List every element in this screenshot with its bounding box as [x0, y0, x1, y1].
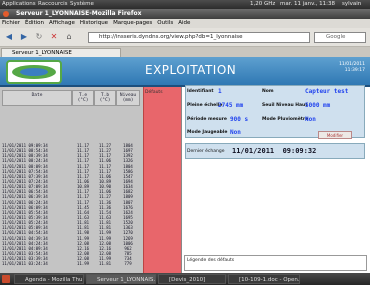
- menu-edition[interactable]: Édition: [25, 20, 44, 26]
- systeme-menu[interactable]: Système: [70, 0, 94, 9]
- header-datetime: 11/01/2011 11:39:17: [339, 62, 365, 73]
- taskbar: Agenda - Mozilla Thu... Serveur 1_LYONNA…: [0, 273, 370, 285]
- legend-box: Légende des défauts: [184, 255, 367, 271]
- url-input[interactable]: http://insseris.dyndns.org/view.php?db=1…: [88, 32, 310, 43]
- task-devis[interactable]: [Devis_2010]: [158, 274, 226, 284]
- menu-aide[interactable]: Aide: [178, 20, 190, 26]
- menubar: Fichier Édition Affichage Historique Marque-…: [0, 19, 370, 28]
- modifier-button[interactable]: Modifier: [318, 131, 352, 139]
- page-title: EXPLOITATION: [145, 63, 237, 77]
- navigation-toolbar: ◀ ▶ ↻ ✕ ⌂ http://insseris.dyndns.org/vie…: [0, 28, 370, 47]
- table-cell: 779: [124, 261, 132, 267]
- stop-icon[interactable]: ✕: [48, 31, 60, 43]
- applications-menu[interactable]: Applications: [2, 0, 36, 9]
- menu-outils[interactable]: Outils: [157, 20, 173, 26]
- task-serveur[interactable]: Serveur 1_LYONNAIS...: [86, 274, 156, 284]
- raccourcis-menu[interactable]: Raccourcis: [38, 0, 68, 9]
- col-te: T.e (°C): [72, 90, 94, 106]
- menu-fichier[interactable]: Fichier: [2, 20, 20, 26]
- legend-label: Légende des défauts: [187, 258, 235, 263]
- page-header: EXPLOITATION 11/01/2011 11:39:17: [0, 57, 370, 87]
- mode-jaugeable-label: Mode Jaugeable: [187, 130, 228, 135]
- last-exchange-label: Dernier échange: [187, 149, 225, 154]
- seuil-label: Seuil Niveau Haut: [262, 103, 308, 108]
- page-content: EXPLOITATION 11/01/2011 11:39:17 Date T.…: [0, 57, 370, 273]
- mode-pluvio-label: Mode Pluviomètre: [262, 117, 309, 122]
- gnome-top-panel: Applications Raccourcis Système 1,20 GHz…: [0, 0, 370, 9]
- nom-value: Capteur test: [305, 88, 349, 95]
- forward-icon[interactable]: ▶: [18, 31, 30, 43]
- cpu-indicator: 1,20 GHz: [250, 1, 276, 7]
- col-niveau: Niveau (mm): [116, 90, 140, 106]
- user-name[interactable]: sylvain: [342, 0, 361, 9]
- periode-value: 900 s: [230, 116, 249, 123]
- defauts-header: Défauts: [145, 90, 163, 95]
- menu-historique[interactable]: Historique: [80, 20, 108, 26]
- window-title-bar: Serveur 1_LYONNAISE-Mozilla Firefox: [0, 9, 370, 19]
- table-cell: 11.81: [98, 261, 112, 267]
- identifiant-label: Identifiant: [187, 89, 214, 94]
- pleine-echelle-value: 2745 mm: [218, 102, 244, 109]
- mode-pluvio-value: Non: [305, 116, 316, 123]
- mode-jaugeable-value: Non: [230, 129, 241, 136]
- search-input[interactable]: Google: [314, 32, 366, 43]
- task-agenda[interactable]: Agenda - Mozilla Thu...: [14, 274, 84, 284]
- defauts-column: [143, 87, 181, 273]
- company-logo: [6, 60, 62, 84]
- col-tb: T.b (°C): [94, 90, 116, 106]
- tab-serveur[interactable]: Serveur 1_LYONNAISE: [1, 48, 121, 57]
- last-exchange-value: 11/01/2011 09:09:32: [232, 147, 317, 155]
- seuil-value: 5000 mm: [305, 102, 331, 109]
- table-cell: 11/01/2011 03:24:34: [2, 261, 48, 267]
- menu-affichage[interactable]: Affichage: [49, 20, 75, 26]
- close-window-icon[interactable]: [3, 11, 9, 17]
- window-title: Serveur 1_LYONNAISE-Mozilla Firefox: [16, 10, 142, 17]
- periode-label: Période mesure: [187, 117, 227, 122]
- show-desktop-icon[interactable]: [2, 275, 10, 283]
- identifiant-value: 1: [218, 88, 222, 95]
- home-icon[interactable]: ⌂: [63, 31, 75, 43]
- task-doc[interactable]: [10-109-1.doc - Open...: [228, 274, 300, 284]
- nom-label: Nom: [262, 89, 274, 94]
- menu-marque-pages[interactable]: Marque-pages: [113, 20, 152, 26]
- col-date: Date: [2, 90, 72, 106]
- reload-icon[interactable]: ↻: [33, 31, 45, 43]
- clock[interactable]: mar. 11 janv., 11:38: [280, 0, 335, 9]
- table-cell: 11.99: [76, 261, 90, 267]
- back-icon[interactable]: ◀: [3, 31, 15, 43]
